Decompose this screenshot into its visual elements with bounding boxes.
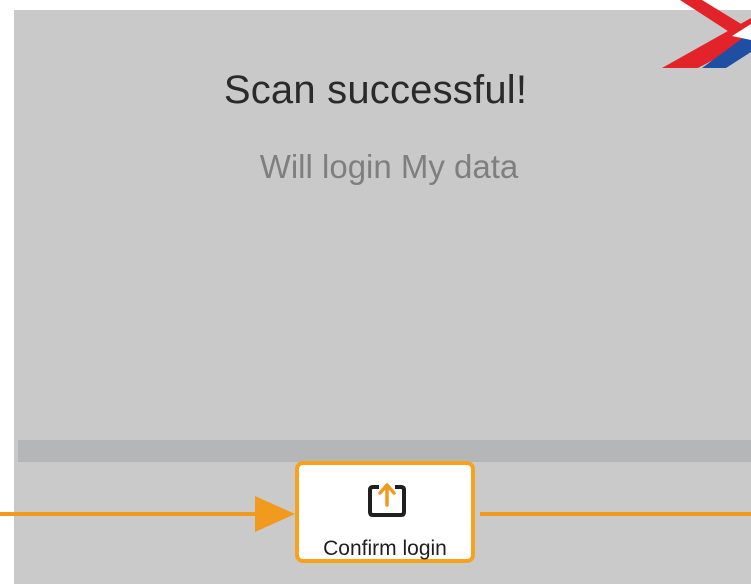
pointer-arrow-line-right (480, 512, 751, 516)
scan-success-title: Scan successful! (223, 68, 528, 112)
divider-bar (18, 440, 751, 462)
pointer-arrow-line-left (0, 512, 270, 516)
pointer-arrow-head (255, 496, 295, 532)
upload-arrow-icon (368, 483, 406, 517)
confirm-login-button[interactable]: Confirm login (295, 461, 475, 563)
confirm-login-label: Confirm login (323, 537, 447, 560)
login-target-subtitle: Will login My data (259, 148, 519, 185)
brand-logo-icon (662, 0, 751, 68)
